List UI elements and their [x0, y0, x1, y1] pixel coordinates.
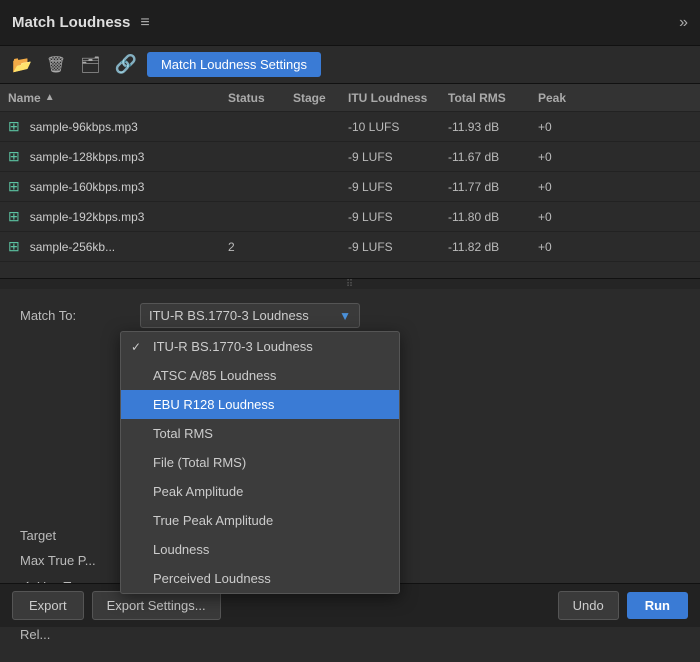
batch-icon[interactable]: 🗂	[76, 53, 104, 77]
match-to-row: Match To: ITU-R BS.1770-3 Loudness ▼	[20, 303, 680, 328]
release-label: Rel...	[20, 627, 140, 642]
dropdown-item[interactable]: ✓ ITU-R BS.1770-3 Loudness	[121, 332, 399, 361]
dropdown-item[interactable]: ✓ File (Total RMS)	[121, 448, 399, 477]
col-peak-header: Peak	[538, 91, 566, 105]
dropdown-item[interactable]: ✓ Loudness	[121, 535, 399, 564]
sort-arrow-icon: ▲	[45, 92, 55, 103]
check-icon: ✓	[131, 340, 145, 354]
title-bar: Match Loudness ≡ »	[0, 0, 700, 46]
itu-value: -10 LUFS	[348, 120, 399, 134]
audio-file-icon: ⊞	[8, 208, 20, 225]
rms-value: -11.67 dB	[448, 150, 499, 164]
rms-value: -11.77 dB	[448, 180, 499, 194]
rms-value: -11.80 dB	[448, 210, 499, 224]
match-to-dropdown[interactable]: ITU-R BS.1770-3 Loudness ▼	[140, 303, 360, 328]
export-settings-button[interactable]: Export Settings...	[92, 591, 221, 620]
table-row[interactable]: ⊞ sample-160kbps.mp3 -9 LUFS -11.77 dB +…	[0, 172, 700, 202]
peak-value: +0	[538, 180, 552, 194]
itu-value: -9 LUFS	[348, 180, 393, 194]
file-name: sample-160kbps.mp3	[30, 180, 145, 194]
run-button[interactable]: Run	[627, 592, 688, 619]
dropdown-arrow-icon: ▼	[339, 309, 351, 323]
delete-icon[interactable]: 🗑	[42, 53, 70, 77]
dropdown-item[interactable]: ✓ ATSC A/85 Loudness	[121, 361, 399, 390]
match-icon[interactable]: 🔗	[111, 52, 141, 77]
audio-file-icon: ⊞	[8, 178, 20, 195]
resize-handle-icon: ⠿	[346, 279, 354, 290]
dropdown-item-label: Loudness	[153, 542, 209, 557]
col-status-header: Status	[228, 91, 265, 105]
dropdown-item[interactable]: ✓ Peak Amplitude	[121, 477, 399, 506]
rms-value: -11.82 dB	[448, 240, 499, 254]
add-file-icon[interactable]: 📂	[8, 53, 36, 77]
peak-value: +0	[538, 210, 552, 224]
dropdown-item-label: ATSC A/85 Loudness	[153, 368, 276, 383]
dropdown-item-label: File (Total RMS)	[153, 455, 246, 470]
peak-value: +0	[538, 240, 552, 254]
audio-file-icon: ⊞	[8, 148, 20, 165]
export-button[interactable]: Export	[12, 591, 84, 620]
itu-value: -9 LUFS	[348, 210, 393, 224]
file-table: Name ▲ Status Stage ITU Loudness Total R…	[0, 84, 700, 279]
peak-value: +0	[538, 120, 552, 134]
table-header: Name ▲ Status Stage ITU Loudness Total R…	[0, 84, 700, 112]
col-rms-header: Total RMS	[448, 91, 506, 105]
audio-file-icon: ⊞	[8, 118, 20, 135]
release-row: Rel...	[20, 627, 680, 642]
dropdown-item-label: Total RMS	[153, 426, 213, 441]
match-to-value: ITU-R BS.1770-3 Loudness	[149, 308, 309, 323]
undo-button[interactable]: Undo	[558, 591, 619, 620]
status-value: 2	[228, 240, 235, 254]
dropdown-menu: ✓ ITU-R BS.1770-3 Loudness ✓ ATSC A/85 L…	[120, 331, 400, 594]
dropdown-item-label: EBU R128 Loudness	[153, 397, 274, 412]
itu-value: -9 LUFS	[348, 150, 393, 164]
dropdown-item[interactable]: ✓ Perceived Loudness	[121, 564, 399, 593]
file-name: sample-192kbps.mp3	[30, 210, 145, 224]
dropdown-item-label: ITU-R BS.1770-3 Loudness	[153, 339, 313, 354]
resize-bar[interactable]: ⠿	[0, 279, 700, 289]
toolbar: 📂 🗑 🗂 🔗 Match Loudness Settings	[0, 46, 700, 84]
dropdown-item[interactable]: ✓ Total RMS	[121, 419, 399, 448]
dropdown-item-label: Peak Amplitude	[153, 484, 243, 499]
file-name: sample-96kbps.mp3	[30, 120, 138, 134]
expand-icon[interactable]: »	[679, 14, 688, 32]
app-title: Match Loudness	[12, 14, 130, 31]
audio-file-icon: ⊞	[8, 238, 20, 255]
file-name: sample-128kbps.mp3	[30, 150, 145, 164]
dropdown-item-label: True Peak Amplitude	[153, 513, 273, 528]
table-row[interactable]: ⊞ sample-256kb... 2 -9 LUFS -11.82 dB +0	[0, 232, 700, 262]
col-stage-header: Stage	[293, 91, 326, 105]
table-row[interactable]: ⊞ sample-192kbps.mp3 -9 LUFS -11.80 dB +…	[0, 202, 700, 232]
dropdown-item[interactable]: ✓ EBU R128 Loudness	[121, 390, 399, 419]
dropdown-item-label: Perceived Loudness	[153, 571, 271, 586]
rms-value: -11.93 dB	[448, 120, 499, 134]
menu-icon[interactable]: ≡	[140, 14, 149, 32]
match-loudness-settings-button[interactable]: Match Loudness Settings	[147, 52, 321, 77]
col-name-header: Name	[8, 91, 41, 105]
table-row[interactable]: ⊞ sample-96kbps.mp3 -10 LUFS -11.93 dB +…	[0, 112, 700, 142]
dropdown-item[interactable]: ✓ True Peak Amplitude	[121, 506, 399, 535]
file-name: sample-256kb...	[30, 240, 115, 254]
itu-value: -9 LUFS	[348, 240, 393, 254]
table-row[interactable]: ⊞ sample-128kbps.mp3 -9 LUFS -11.67 dB +…	[0, 142, 700, 172]
peak-value: +0	[538, 150, 552, 164]
col-itu-header: ITU Loudness	[348, 91, 427, 105]
match-to-label: Match To:	[20, 308, 140, 323]
